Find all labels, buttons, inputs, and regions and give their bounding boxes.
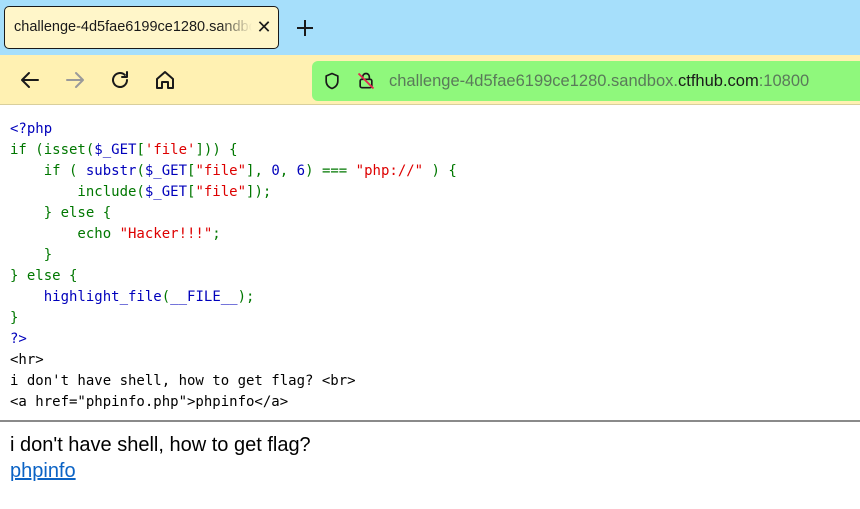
tab-strip: challenge-4d5fae6199ce1280.sandbox.ctfhu… xyxy=(0,0,860,55)
code-token: echo xyxy=(10,226,120,242)
url-port: :10800 xyxy=(758,72,810,90)
code-token: === xyxy=(321,163,348,179)
code-token: } else { xyxy=(10,205,112,221)
code-token: ; xyxy=(212,226,221,242)
code-token: ) { xyxy=(423,163,457,179)
arrow-right-icon[interactable] xyxy=(63,68,87,92)
code-token: $_GET xyxy=(144,163,188,179)
code-token: if (isset( xyxy=(10,142,95,158)
code-token: ?> xyxy=(10,331,27,347)
page-content: <?php if (isset($_GET['file'])) { if ( s… xyxy=(0,105,860,509)
reload-icon[interactable] xyxy=(108,68,132,92)
code-token: ) xyxy=(305,163,322,179)
navigation-toolbar: challenge-4d5fae6199ce1280.sandbox.ctfhu… xyxy=(0,55,860,105)
code-token: substr xyxy=(85,163,137,179)
code-token: <?php xyxy=(10,121,53,137)
code-token: "file" xyxy=(195,163,247,179)
tab-close-icon[interactable]: ✕ xyxy=(254,16,274,38)
address-bar[interactable]: challenge-4d5fae6199ce1280.sandbox.ctfhu… xyxy=(312,61,860,101)
code-token: "Hacker!!!" xyxy=(119,226,213,242)
php-source-code: <?php if (isset($_GET['file'])) { if ( s… xyxy=(10,119,457,413)
code-token: ])) { xyxy=(195,142,238,158)
code-token: , xyxy=(279,163,297,179)
code-token: $_GET xyxy=(94,142,137,158)
code-token: ( xyxy=(136,163,145,179)
code-token: 6 xyxy=(296,163,306,179)
code-token: include( xyxy=(10,184,145,200)
code-token: } xyxy=(10,247,53,263)
code-token: ], xyxy=(246,163,272,179)
phpinfo-link[interactable]: phpinfo xyxy=(10,460,76,483)
insecure-lock-icon[interactable] xyxy=(356,71,376,91)
plus-icon[interactable] xyxy=(293,16,317,40)
code-token: highlight_file xyxy=(43,289,162,305)
url-prefix: challenge-4d5fae6199ce1280.sandbox. xyxy=(389,72,678,90)
code-token: __FILE__ xyxy=(170,289,238,305)
shield-icon[interactable] xyxy=(322,71,342,91)
code-token: [ xyxy=(136,142,145,158)
code-token: ); xyxy=(237,289,255,305)
tab-title: challenge-4d5fae6199ce1280.sandbox.ctfhu… xyxy=(14,19,252,35)
browser-tab[interactable]: challenge-4d5fae6199ce1280.sandbox.ctfhu… xyxy=(4,6,279,49)
code-token: "file" xyxy=(195,184,247,200)
code-token: ]); xyxy=(246,184,272,200)
code-token: 'file' xyxy=(144,142,196,158)
code-token: ( xyxy=(161,289,171,305)
code-token: $_GET xyxy=(144,184,188,200)
code-token: } xyxy=(10,310,19,326)
code-token: 0 xyxy=(271,163,280,179)
horizontal-rule xyxy=(0,420,860,422)
arrow-left-icon[interactable] xyxy=(18,68,42,92)
url-domain: ctfhub.com xyxy=(678,72,759,90)
url-text[interactable]: challenge-4d5fae6199ce1280.sandbox.ctfhu… xyxy=(389,72,809,91)
page-message: i don't have shell, how to get flag? xyxy=(10,434,311,456)
code-token: <a href="phpinfo.php">phpinfo</a> xyxy=(10,394,289,410)
code-token: if ( xyxy=(10,163,86,179)
code-token: } else { xyxy=(10,268,78,284)
home-icon[interactable] xyxy=(153,68,177,92)
code-token: <hr> xyxy=(10,352,44,368)
code-token: i don't have shell, how to get flag? <br… xyxy=(10,373,356,389)
code-token: "php://" xyxy=(355,163,424,179)
